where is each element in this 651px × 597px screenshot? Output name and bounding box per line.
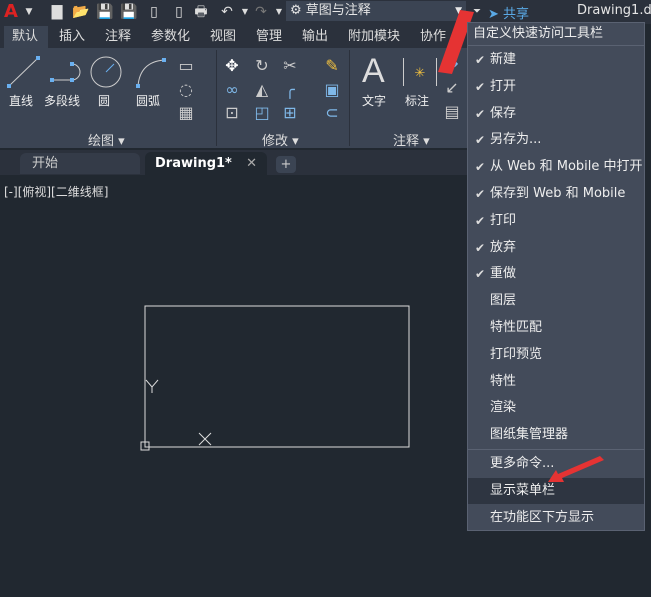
menu-item[interactable]: 打印预览 — [468, 342, 644, 368]
menu-item[interactable]: ✔ 打印 — [468, 208, 644, 234]
menu-item-label: 图纸集管理器 — [490, 427, 569, 443]
menu-item-label: 打印 — [490, 212, 517, 228]
menu-item-show-menubar[interactable]: 显示菜单栏 — [468, 478, 644, 504]
menu-item-label: 另存为... — [490, 132, 542, 148]
menu-divider — [468, 45, 644, 46]
check-icon: ✔ — [475, 79, 486, 94]
menu-item-label: 保存 — [490, 105, 517, 121]
menu-item-label: 新建 — [490, 52, 517, 67]
menu-item[interactable]: ✔ 保存 — [468, 101, 644, 127]
check-icon: ✔ — [475, 160, 486, 175]
menu-item-label: 放弃 — [490, 239, 517, 255]
menu-item[interactable]: ✔ 重做 — [468, 261, 644, 287]
menu-item-label: 从 Web 和 Mobile 中打开 — [490, 159, 643, 175]
menu-item-label: 图层 — [490, 293, 517, 309]
menu-item[interactable]: 特性匹配 — [468, 315, 644, 341]
menu-item[interactable]: 图纸集管理器 — [468, 422, 644, 448]
check-icon: ✔ — [475, 187, 486, 201]
ucs-x-icon — [198, 432, 212, 446]
menu-item[interactable]: 渲染 — [468, 395, 644, 421]
menu-item-label: 打开 — [490, 78, 517, 94]
menu-title: 自定义快速访问工具栏 — [473, 26, 604, 41]
customize-qat-menu: 自定义快速访问工具栏 ✔ 新建 ✔ 打开 ✔ 保存 ✔ 另存为... ✔ 从 Web 和 Mobi… — [467, 22, 645, 531]
check-icon: ✔ — [475, 53, 486, 67]
menu-item-show-below-ribbon[interactable]: 在功能区下方显示 — [468, 505, 644, 531]
check-icon: ✔ — [475, 267, 486, 282]
check-icon: ✔ — [475, 213, 486, 228]
menu-item[interactable]: 特性 — [468, 369, 644, 395]
menu-item-label: 渲染 — [490, 400, 517, 416]
check-icon: ✔ — [475, 133, 486, 148]
menu-divider — [468, 449, 644, 450]
check-icon: ✔ — [475, 106, 486, 121]
menu-item[interactable]: ✔ 保存到 Web 和 Mobile — [468, 181, 644, 207]
check-icon: ✔ — [475, 240, 486, 255]
rectangle-shape — [144, 305, 410, 448]
menu-item[interactable]: ✔ 新建 — [468, 47, 644, 73]
menu-item-label: 特性匹配 — [490, 320, 543, 335]
ucs-y-icon — [145, 379, 159, 393]
menu-item-label: 重做 — [490, 266, 517, 282]
menu-item[interactable]: 图层 — [468, 288, 644, 314]
menu-item[interactable]: ✔ 打开 — [468, 74, 644, 100]
menu-item[interactable]: ✔ 从 Web 和 Mobile 中打开 — [468, 154, 644, 180]
menu-item[interactable]: ✔ 放弃 — [468, 235, 644, 261]
menu-item-label: 保存到 Web 和 Mobile — [490, 186, 626, 201]
menu-item-label: 特性 — [490, 373, 517, 389]
menu-item[interactable]: ✔ 另存为... — [468, 127, 644, 153]
menu-item-more-commands[interactable]: 更多命令... — [468, 451, 644, 477]
menu-item-label: 打印预览 — [490, 346, 543, 362]
